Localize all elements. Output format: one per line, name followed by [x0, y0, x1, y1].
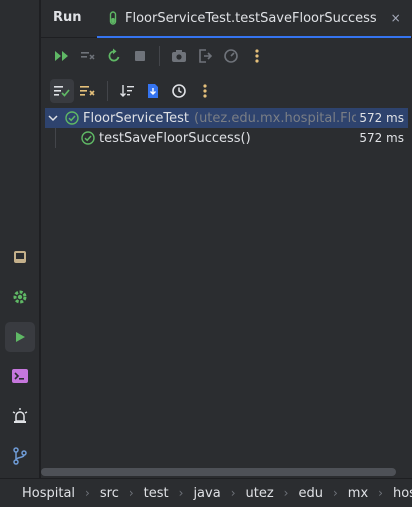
rerun-button[interactable] [50, 44, 74, 68]
rerun-failed-button[interactable] [76, 44, 100, 68]
test-suite-duration: 572 ms [356, 111, 404, 125]
breadcrumb-item[interactable]: test [144, 486, 169, 501]
exit-button[interactable] [193, 44, 217, 68]
tool-window-header: Run FloorServiceTest.testSaveFloorSucces… [41, 0, 412, 38]
alarm-icon [12, 408, 28, 423]
export-button[interactable] [141, 79, 165, 103]
git-branch-icon [13, 447, 27, 465]
restart-button[interactable] [102, 44, 126, 68]
run-tool-window: Run FloorServiceTest.testSaveFloorSucces… [41, 0, 412, 478]
chevron-right-icon: › [332, 486, 338, 500]
breadcrumb: Hospital › src › test › java › utez › ed… [0, 478, 412, 507]
test-suite-name: FloorServiceTest [83, 110, 189, 126]
breadcrumb-item[interactable]: utez [246, 486, 274, 501]
services-tool-button[interactable] [5, 282, 35, 312]
tool-window-title: Run [53, 10, 82, 25]
run-config-tab[interactable]: FloorServiceTest.testSaveFloorSuccess × [97, 0, 411, 38]
breadcrumb-item[interactable]: hosp [393, 486, 412, 501]
test-results-toolbar [41, 74, 412, 108]
test-tube-icon [109, 11, 117, 25]
terminal-tool-button[interactable] [5, 361, 35, 391]
chevron-right-icon: › [128, 486, 134, 500]
build-tool-button[interactable] [5, 242, 35, 272]
more-vertical-icon [255, 49, 259, 63]
test-results-tree: FloorServiceTest (utez.edu.mx.hospital.F… [45, 108, 408, 148]
coverage-button[interactable] [219, 44, 243, 68]
export-icon [148, 84, 158, 98]
test-case-duration: 572 ms [359, 131, 404, 145]
show-passed-toggle[interactable] [50, 79, 74, 103]
history-button[interactable] [167, 79, 191, 103]
breadcrumb-item[interactable]: java [193, 486, 220, 501]
show-ignored-toggle[interactable] [76, 79, 100, 103]
history-icon [172, 84, 186, 98]
rerun-failed-icon [81, 52, 95, 60]
stop-button[interactable] [128, 44, 152, 68]
close-icon[interactable]: × [391, 11, 401, 25]
passed-check-icon [65, 111, 79, 125]
chevron-right-icon: › [178, 486, 184, 500]
problems-tool-button[interactable] [5, 401, 35, 431]
exit-icon [199, 49, 213, 63]
passed-check-icon [81, 131, 95, 145]
chevron-down-icon[interactable] [45, 114, 61, 122]
toolbar-separator [107, 81, 108, 101]
test-case-name: testSaveFloorSuccess() [99, 130, 251, 146]
breadcrumb-item[interactable]: mx [348, 486, 368, 501]
restart-icon [108, 48, 120, 62]
show-passed-icon [54, 86, 70, 97]
test-suite-package: (utez.edu.mx.hospital.Floo [194, 110, 368, 126]
chevron-right-icon: › [283, 486, 289, 500]
chevron-right-icon: › [85, 486, 90, 500]
more-options-button[interactable] [245, 44, 269, 68]
show-ignored-icon [80, 86, 95, 96]
more-vertical-icon [203, 84, 207, 98]
chevron-right-icon: › [378, 486, 383, 500]
run-config-tab-label: FloorServiceTest.testSaveFloorSuccess [125, 10, 377, 26]
breadcrumb-item[interactable]: Hospital [22, 486, 75, 501]
run-tool-button[interactable] [5, 322, 35, 352]
tool-window-strip [0, 0, 40, 478]
git-tool-button[interactable] [5, 441, 35, 471]
build-icon [14, 251, 26, 263]
breadcrumb-item[interactable]: src [100, 486, 119, 501]
rerun-icon [55, 51, 68, 61]
screenshot-button[interactable] [167, 44, 191, 68]
breadcrumb-item[interactable]: edu [298, 486, 323, 501]
toolbar-separator [159, 46, 160, 66]
horizontal-scrollbar[interactable] [41, 468, 396, 476]
sort-button[interactable] [115, 79, 139, 103]
more-options-button-2[interactable] [193, 79, 217, 103]
gear-icon [13, 290, 27, 304]
terminal-icon [12, 369, 28, 383]
gauge-icon [224, 49, 238, 63]
camera-icon [172, 50, 186, 62]
stop-icon [135, 51, 145, 61]
run-toolbar [41, 39, 412, 73]
chevron-right-icon: › [230, 486, 236, 500]
test-suite-row[interactable]: FloorServiceTest (utez.edu.mx.hospital.F… [45, 108, 408, 128]
test-case-row[interactable]: testSaveFloorSuccess() 572 ms [45, 128, 408, 148]
sort-icon [120, 85, 134, 97]
run-icon [16, 332, 25, 342]
